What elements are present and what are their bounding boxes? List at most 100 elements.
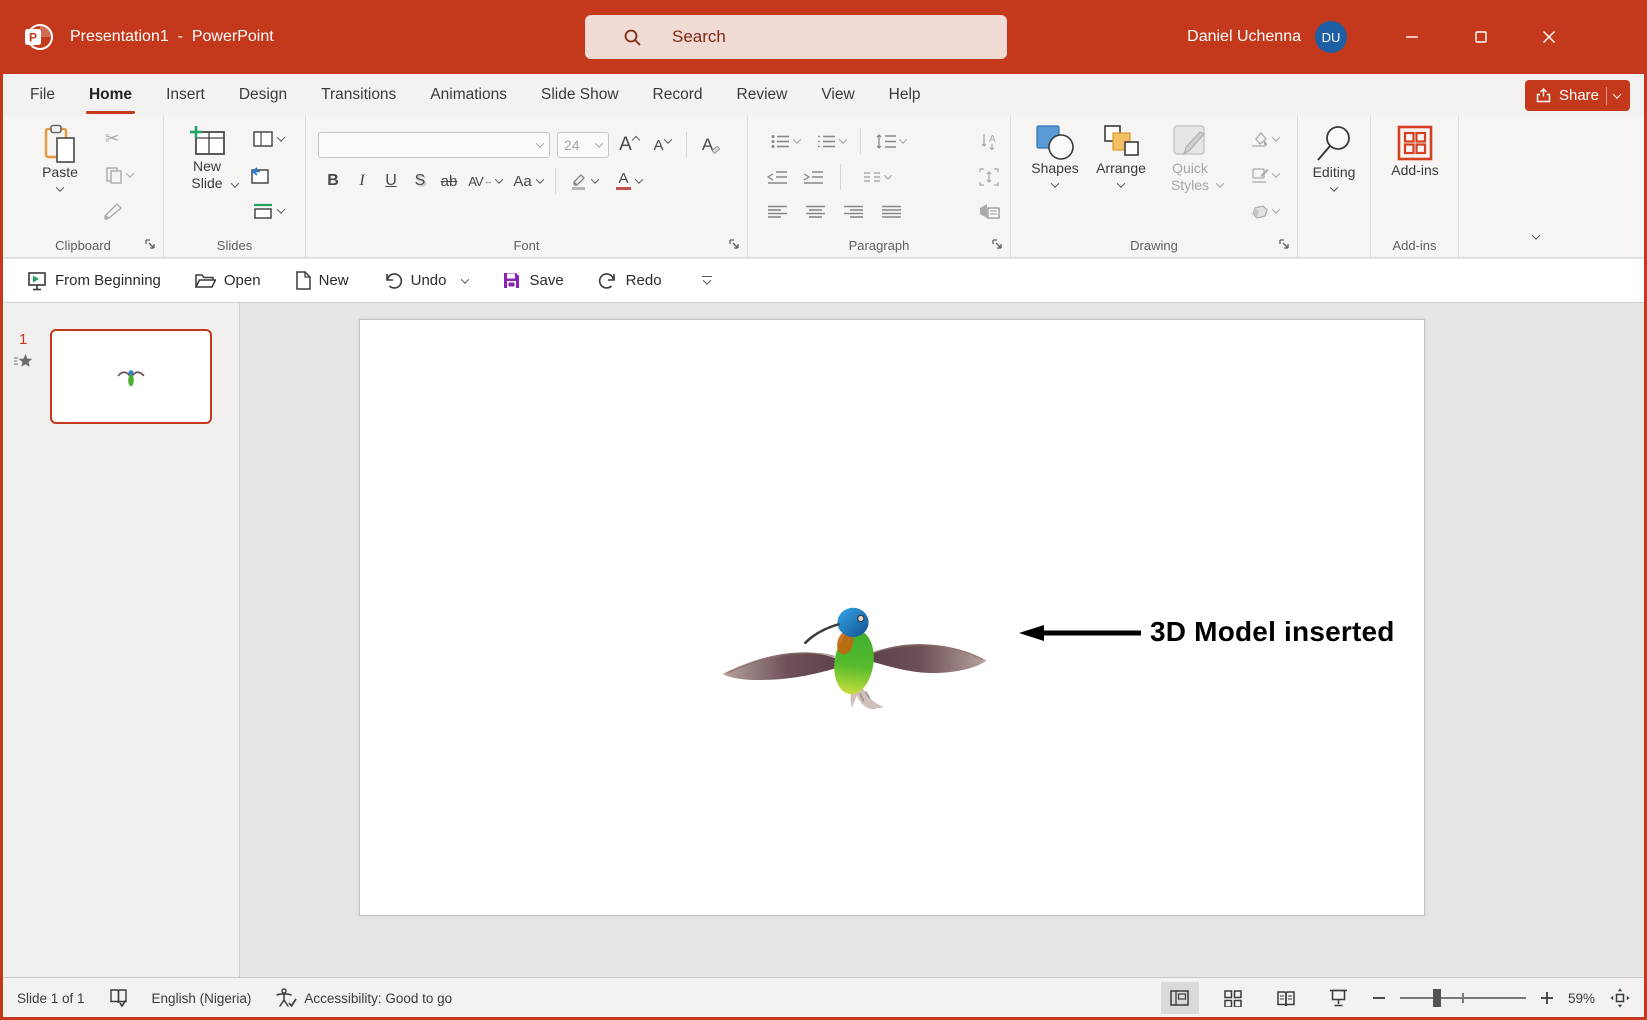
tab-file[interactable]: File bbox=[13, 74, 72, 116]
cut-button[interactable]: ✂ bbox=[99, 126, 125, 152]
font-name-combobox[interactable] bbox=[318, 132, 550, 158]
from-beginning-button[interactable]: From Beginning bbox=[27, 271, 161, 291]
change-case-button[interactable]: Aa bbox=[508, 168, 548, 194]
drawing-dialog-launcher[interactable] bbox=[1278, 238, 1292, 252]
grow-font-caret-icon bbox=[632, 136, 640, 144]
undo-icon bbox=[383, 271, 403, 290]
increase-indent-button[interactable] bbox=[800, 164, 826, 190]
line-spacing-button[interactable] bbox=[869, 128, 913, 154]
text-direction-icon: A bbox=[980, 133, 998, 150]
tab-insert[interactable]: Insert bbox=[149, 74, 222, 116]
slide-layout-button[interactable] bbox=[246, 126, 290, 152]
shape-effects-button[interactable] bbox=[1243, 198, 1287, 224]
close-button[interactable] bbox=[1526, 0, 1572, 74]
save-label: Save bbox=[529, 272, 563, 289]
bullets-button[interactable] bbox=[764, 128, 806, 154]
editing-search-icon bbox=[1314, 124, 1354, 164]
animation-star-icon[interactable] bbox=[13, 353, 33, 374]
decrease-indent-button[interactable] bbox=[764, 164, 790, 190]
shape-outline-button[interactable] bbox=[1243, 162, 1287, 188]
tab-review[interactable]: Review bbox=[720, 74, 805, 116]
redo-label: Redo bbox=[626, 272, 662, 289]
tab-slide-show[interactable]: Slide Show bbox=[524, 74, 636, 116]
tab-record[interactable]: Record bbox=[636, 74, 720, 116]
text-highlight-button[interactable] bbox=[563, 168, 605, 194]
slideshow-view-button[interactable] bbox=[1320, 982, 1358, 1014]
editing-button[interactable]: Editing bbox=[1306, 124, 1362, 192]
clear-formatting-button[interactable]: A bbox=[698, 132, 724, 158]
text-direction-button[interactable]: A bbox=[976, 128, 1002, 154]
justify-button[interactable] bbox=[878, 198, 904, 224]
slide-thumbnail-panel[interactable]: 1 bbox=[3, 303, 240, 977]
text-shadow-button[interactable]: S bbox=[407, 168, 433, 194]
strikethrough-button[interactable]: ab bbox=[436, 168, 462, 194]
columns-button[interactable] bbox=[855, 164, 899, 190]
arrange-button[interactable]: Arrange bbox=[1091, 124, 1151, 188]
accessibility-checker-button[interactable]: Accessibility: Good to go bbox=[275, 988, 452, 1008]
align-text-button[interactable] bbox=[976, 164, 1002, 190]
copy-button[interactable] bbox=[99, 162, 139, 188]
shrink-font-caret-icon bbox=[663, 135, 671, 143]
spell-check-button[interactable] bbox=[109, 988, 128, 1008]
undo-button[interactable]: Undo bbox=[383, 271, 469, 290]
qat-overflow-button[interactable] bbox=[702, 276, 712, 286]
reset-slide-button[interactable] bbox=[246, 162, 272, 188]
bold-button[interactable]: B bbox=[320, 168, 346, 194]
collapse-ribbon-button[interactable] bbox=[1523, 224, 1549, 250]
tab-design[interactable]: Design bbox=[222, 74, 304, 116]
font-size-combobox[interactable]: 24 bbox=[557, 132, 609, 158]
smartart-icon bbox=[979, 203, 1000, 220]
italic-button[interactable]: I bbox=[349, 168, 375, 194]
quick-styles-button[interactable]: Quick Styles bbox=[1159, 124, 1221, 194]
minimize-button[interactable] bbox=[1389, 0, 1435, 74]
shape-fill-button[interactable] bbox=[1243, 126, 1287, 152]
language-button[interactable]: English (Nigeria) bbox=[152, 991, 252, 1006]
bullets-icon bbox=[771, 134, 789, 149]
shrink-font-button[interactable]: A bbox=[649, 132, 675, 158]
paragraph-dialog-launcher[interactable] bbox=[991, 238, 1005, 252]
convert-to-smartart-button[interactable] bbox=[976, 198, 1002, 224]
font-dialog-launcher[interactable] bbox=[728, 238, 742, 252]
align-left-button[interactable] bbox=[764, 198, 790, 224]
search-input[interactable]: Search bbox=[585, 15, 1007, 59]
3d-model-hummingbird[interactable] bbox=[716, 598, 992, 710]
zoom-slider-thumb[interactable] bbox=[1433, 989, 1441, 1007]
share-button[interactable]: Share bbox=[1525, 80, 1630, 111]
zoom-slider[interactable] bbox=[1400, 997, 1526, 999]
align-center-button[interactable] bbox=[802, 198, 828, 224]
new-slide-button[interactable]: New Slide bbox=[176, 124, 238, 192]
zoom-in-button[interactable] bbox=[1541, 992, 1553, 1004]
tab-transitions[interactable]: Transitions bbox=[304, 74, 413, 116]
format-painter-button[interactable] bbox=[99, 198, 125, 224]
avatar[interactable]: DU bbox=[1315, 21, 1347, 53]
normal-view-button[interactable] bbox=[1161, 982, 1199, 1014]
save-button[interactable]: Save bbox=[502, 271, 563, 290]
slide-canvas[interactable]: 3D Model inserted bbox=[359, 319, 1425, 916]
tab-animations[interactable]: Animations bbox=[413, 74, 524, 116]
align-right-button[interactable] bbox=[840, 198, 866, 224]
font-color-button[interactable]: A bbox=[608, 168, 650, 194]
character-spacing-button[interactable]: AV ↔ bbox=[465, 168, 505, 194]
underline-button[interactable]: U bbox=[378, 168, 404, 194]
reading-view-button[interactable] bbox=[1267, 982, 1305, 1014]
addins-button[interactable]: Add-ins bbox=[1386, 124, 1444, 179]
zoom-level[interactable]: 59% bbox=[1568, 991, 1595, 1006]
open-button[interactable]: Open bbox=[195, 272, 261, 289]
section-button[interactable] bbox=[246, 198, 290, 224]
redo-button[interactable]: Redo bbox=[598, 271, 662, 290]
paste-button[interactable]: Paste bbox=[31, 124, 89, 192]
new-button[interactable]: New bbox=[295, 271, 349, 290]
slide-sorter-view-button[interactable] bbox=[1214, 982, 1252, 1014]
tab-help[interactable]: Help bbox=[872, 74, 938, 116]
shapes-button[interactable]: Shapes bbox=[1027, 124, 1083, 188]
fit-slide-to-window-button[interactable] bbox=[1610, 988, 1630, 1008]
tab-view[interactable]: View bbox=[804, 74, 871, 116]
grow-font-button[interactable]: A bbox=[616, 132, 642, 158]
slide-thumbnail-1[interactable] bbox=[50, 329, 212, 424]
numbering-button[interactable] bbox=[810, 128, 852, 154]
maximize-button[interactable] bbox=[1458, 0, 1504, 74]
tab-home[interactable]: Home bbox=[72, 74, 149, 116]
character-spacing-icon: AV bbox=[468, 174, 482, 189]
clipboard-dialog-launcher[interactable] bbox=[144, 238, 158, 252]
zoom-out-button[interactable] bbox=[1373, 992, 1385, 1004]
